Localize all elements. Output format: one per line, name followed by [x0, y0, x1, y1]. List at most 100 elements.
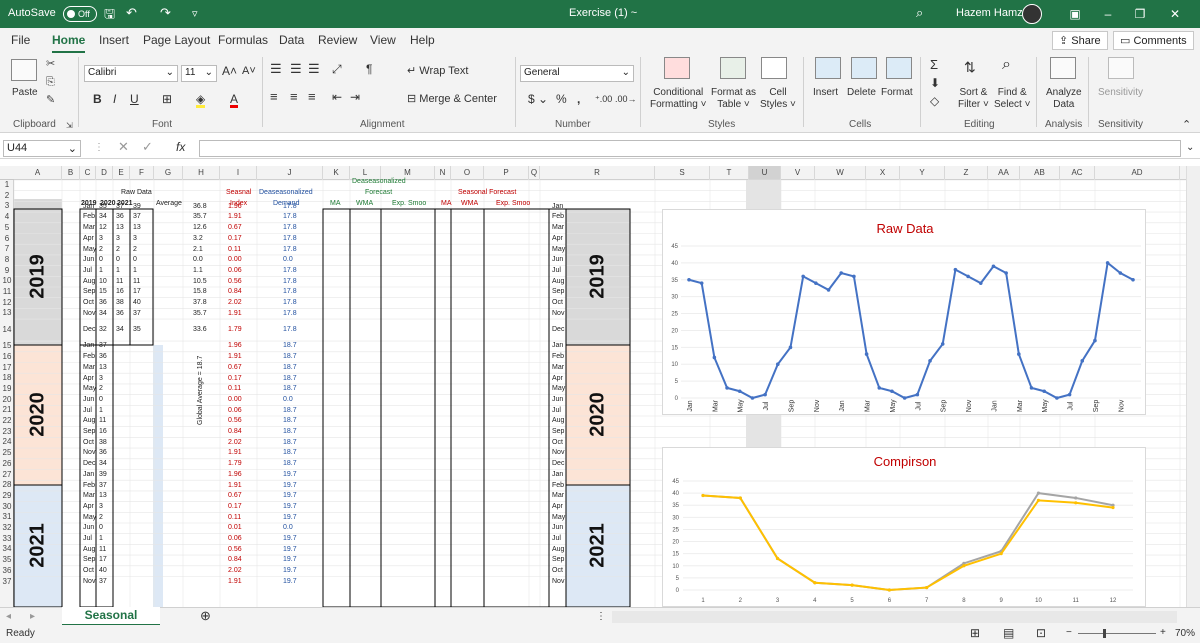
deseasonalized-value: 17.8	[283, 234, 297, 242]
zoom-thumb[interactable]	[1103, 629, 1106, 638]
month-cell-2021: Feb	[83, 481, 96, 489]
raw-data-chart[interactable]: Raw Data 0 5 10 15 20 25 30 35 40 45 Jan Mar May Jul Se…	[662, 209, 1146, 415]
deseasonalized-value: 19.7	[283, 502, 297, 510]
forecast-month-cell: Jun	[552, 395, 564, 403]
data-point	[1074, 501, 1078, 505]
comparison-chart[interactable]: Compirson 0 5 10 15 20 25 30 35 40 45 1 2 3 4 5 6 7 8 9 10 11…	[662, 447, 1146, 607]
data-point	[788, 345, 793, 350]
value-2021-block: 11	[99, 545, 107, 553]
data-point	[814, 281, 818, 285]
x-tick-label: 7	[925, 598, 929, 604]
data-point	[864, 352, 869, 356]
average-value: 0.0	[193, 256, 203, 264]
new-sheet-icon[interactable]: ⊕	[200, 609, 211, 622]
data-point	[776, 362, 780, 367]
value-2020: 34	[116, 326, 124, 334]
deseasonalized-value: 18.7	[283, 363, 297, 371]
value-2020: 2	[116, 245, 120, 253]
month-cell-2020: Oct	[83, 438, 94, 446]
forecast-month-cell: Nov	[552, 309, 565, 317]
sheet-tab-seasonal-process[interactable]: Seasonal Process	[62, 607, 160, 638]
deseasonalized-value: 17.8	[283, 288, 297, 296]
value-2019: 15	[99, 288, 107, 296]
zoom-slider[interactable]	[1078, 633, 1156, 634]
data-point	[1004, 271, 1008, 275]
data-point	[1067, 392, 1072, 397]
month-cell-2020: Nov	[83, 449, 96, 457]
expand-formula-icon[interactable]: ⌄	[1186, 142, 1194, 154]
y-tick-label: 20	[672, 540, 679, 546]
forecast-month-cell: Aug	[552, 277, 565, 285]
chart-title: Raw Data	[876, 221, 934, 236]
deseasonalized-value: 18.7	[283, 406, 297, 414]
deseasonalized-value: 19.7	[283, 567, 297, 575]
tab-split-icon[interactable]: ⋮	[596, 611, 606, 623]
forecast-month-cell: Jul	[552, 535, 561, 543]
y-tick-label: 35	[672, 503, 679, 509]
value-2021: 2	[133, 245, 137, 253]
zoom-in-icon[interactable]: +	[1160, 627, 1166, 639]
deseasonalized-value: 0.0	[283, 256, 293, 264]
data-point	[1042, 389, 1046, 394]
forecast-month-cell: Jul	[552, 406, 561, 414]
deseasonalized-value: 17.8	[283, 202, 297, 210]
forecast-month-cell: May	[552, 245, 566, 253]
x-tick-label: Sep	[788, 400, 795, 413]
value-2020: 0	[116, 256, 120, 264]
seasonal-index-value: 0.67	[228, 363, 242, 371]
next-sheet-icon[interactable]: ▸	[30, 611, 35, 623]
value-2020: 16	[116, 288, 124, 296]
y-tick-label: 10	[671, 362, 678, 368]
page-break-view-icon[interactable]: ⊡	[1036, 627, 1046, 639]
seasonal-index-value: 0.17	[228, 234, 242, 242]
comparison-series-line-2	[702, 494, 1114, 592]
seasonal-index-value: 0.56	[228, 417, 242, 425]
average-value: 2.1	[193, 245, 203, 253]
horizontal-scrollbar[interactable]	[612, 611, 1177, 623]
value-2019: 35	[99, 202, 107, 210]
average-value: 37.8	[193, 299, 207, 307]
data-point	[763, 392, 767, 397]
x-tick-label: 10	[1035, 598, 1042, 604]
page-layout-view-icon[interactable]: ▤	[1003, 627, 1014, 639]
month-cell-2021: Mar	[83, 492, 96, 500]
deseasonalized-value: 19.7	[283, 556, 297, 564]
month-cell-2020: Sep	[83, 428, 96, 436]
x-tick-label: Mar	[1017, 399, 1024, 412]
prev-sheet-icon[interactable]: ◂	[6, 611, 11, 623]
month-cell: Mar	[83, 224, 96, 232]
month-cell: Jun	[83, 256, 95, 264]
value-2019: 34	[99, 309, 107, 317]
seasonal-index-value: 1.91	[228, 213, 242, 221]
data-point	[1093, 338, 1097, 343]
month-cell-2021: Sep	[83, 556, 96, 564]
data-point	[850, 583, 854, 587]
month-cell-2020: Mar	[83, 363, 96, 371]
forecast-month-cell: Nov	[552, 577, 565, 585]
data-point	[1111, 506, 1115, 510]
data-point	[928, 359, 932, 363]
wma-header: WMA	[356, 200, 374, 207]
y-tick-label: 15	[672, 552, 679, 558]
deseasonalized-value: 19.7	[283, 545, 297, 553]
zoom-level[interactable]: 70%	[1175, 628, 1195, 640]
x-tick-label: May	[738, 399, 745, 413]
deseasonalized-value: 18.7	[283, 342, 297, 350]
x-tick-label: Jul	[1068, 401, 1075, 410]
seasonal-index-value: 1.96	[228, 202, 242, 210]
vertical-scrollbar[interactable]	[1186, 166, 1200, 607]
forecast-month-cell: Aug	[552, 545, 565, 553]
forecast-month-cell: Mar	[552, 224, 565, 232]
deseasonalized-value: 18.7	[283, 374, 297, 382]
data-point	[962, 564, 966, 568]
value-2020-block: 38	[99, 438, 107, 446]
forecast-month-cell: Jan	[552, 470, 564, 478]
chart-title: Compirson	[874, 454, 937, 469]
normal-view-icon[interactable]: ⊞	[970, 627, 980, 639]
average-value: 1.1	[193, 266, 203, 274]
zoom-out-icon[interactable]: −	[1066, 627, 1072, 639]
x-tick-label: 3	[776, 598, 780, 604]
x-tick-label: May	[890, 399, 897, 413]
data-point	[1105, 261, 1110, 265]
data-point	[712, 355, 717, 360]
